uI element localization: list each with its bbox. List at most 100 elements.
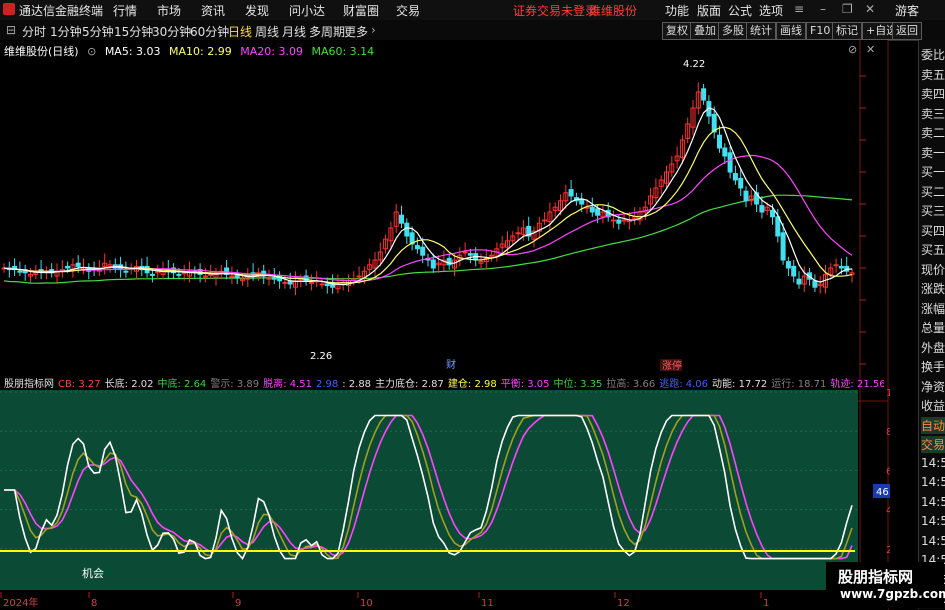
side-panel-item[interactable]: 买三 — [921, 202, 945, 219]
indicator-tick-label: 100.0 — [886, 388, 890, 399]
indicator-legend-item: 轨迹: 21.56 — [830, 379, 884, 390]
event-finance-label[interactable]: 财 — [446, 358, 456, 371]
candle-body — [282, 281, 288, 284]
indicator-legend-item: 2.98 — [315, 379, 339, 390]
minimize-icon[interactable]: – — [820, 2, 826, 16]
indicator-legend-item: 主力底仓: 2.87 — [375, 379, 444, 390]
period-30min[interactable]: 30分钟 — [152, 23, 191, 40]
side-panel-item[interactable]: 交易 — [921, 436, 945, 453]
menu-options[interactable]: 选项 — [759, 2, 783, 19]
btn-f10[interactable]: F10 — [806, 22, 835, 40]
side-panel-item[interactable]: 买二 — [921, 183, 945, 200]
side-panel-item[interactable]: 14:56 — [921, 514, 945, 528]
menu-trade[interactable]: 交易 — [396, 2, 420, 19]
btn-adjust[interactable]: 复权 — [662, 22, 692, 40]
date-tick-label: 8 — [91, 598, 97, 609]
btn-stats[interactable]: 统计 — [746, 22, 776, 40]
candle-body — [208, 273, 214, 276]
side-panel-item[interactable]: 卖二 — [921, 124, 945, 141]
more-chevron-icon[interactable]: › — [371, 23, 376, 37]
event-limitup-label[interactable]: 涨停 — [662, 359, 682, 372]
window-menu-icon[interactable]: ≡ — [794, 2, 804, 16]
candle-body — [732, 173, 738, 181]
btn-back[interactable]: 返回 — [892, 22, 922, 40]
menu-quotes[interactable]: 行情 — [113, 2, 137, 19]
side-panel-item[interactable]: 买五 — [921, 241, 945, 258]
period-monthly[interactable]: 月线 — [282, 23, 306, 40]
candle-body — [271, 277, 277, 280]
side-panel-item[interactable]: 14:56 — [921, 475, 945, 489]
candle-body — [770, 209, 775, 218]
date-tick-label: 11 — [481, 598, 494, 609]
period-15min[interactable]: 15分钟 — [114, 23, 153, 40]
indicator-legend-item[interactable]: 股朋指标网 — [4, 379, 54, 390]
side-panel-item[interactable]: 卖四 — [921, 85, 945, 102]
side-panel-item[interactable]: 收益 — [921, 397, 945, 414]
high-price-label: 4.22 — [683, 59, 705, 70]
period-multi[interactable]: 多周期 — [309, 23, 345, 40]
menu-ask[interactable]: 问小达 — [289, 2, 325, 19]
period-weekly[interactable]: 周线 — [255, 23, 279, 40]
side-panel-item[interactable]: 涨幅 — [921, 300, 945, 317]
btn-mark[interactable]: 标记 — [832, 22, 862, 40]
user-guest[interactable]: 游客 — [895, 2, 919, 19]
indicator-legend-item: 中底: 2.64 — [157, 379, 207, 390]
legend-settings-icon[interactable]: ⊙ — [87, 45, 96, 58]
menu-news[interactable]: 资讯 — [201, 2, 225, 19]
menu-function[interactable]: 功能 — [665, 2, 689, 19]
restore-icon[interactable]: ❐ — [842, 2, 853, 16]
candle-body — [399, 214, 404, 224]
side-panel-item[interactable]: 总量 — [921, 319, 945, 336]
candle-body — [589, 206, 595, 213]
side-panel-item[interactable]: 买四 — [921, 222, 945, 239]
side-panel-item[interactable]: 换手 — [921, 358, 945, 375]
side-panel-item[interactable]: 委比 — [921, 46, 945, 63]
candle-body — [181, 272, 187, 275]
candle-body — [515, 232, 521, 235]
side-panel-item[interactable]: 外盘 — [921, 339, 945, 356]
btn-overlay[interactable]: 叠加 — [690, 22, 720, 40]
side-panel-item[interactable]: 自动 — [921, 416, 945, 434]
side-panel-item[interactable]: 14:56 — [921, 456, 945, 470]
period-daily[interactable]: 日线 — [228, 23, 252, 40]
side-panel-item[interactable]: 卖三 — [921, 105, 945, 122]
period-1min[interactable]: 1分钟 — [50, 23, 82, 40]
btn-multi-stock[interactable]: 多股 — [718, 22, 748, 40]
period-intraday[interactable]: 分时 — [22, 23, 46, 40]
candle-body — [430, 259, 436, 269]
btn-draw[interactable]: 画线 — [776, 22, 806, 40]
indicator-legend: 股朋指标网 CB: 3.27 长底: 2.02 中底: 2.64 警示: 3.89 脱离:… — [4, 375, 884, 390]
side-panel-item[interactable]: 卖五 — [921, 66, 945, 83]
side-panel-item[interactable]: 涨跌 — [921, 280, 945, 297]
date-tick-label: 10 — [360, 598, 373, 609]
period-5min[interactable]: 5分钟 — [82, 23, 114, 40]
app-logo-icon — [3, 3, 15, 15]
menu-market[interactable]: 市场 — [157, 2, 181, 19]
candle-body — [701, 88, 707, 101]
side-panel-item[interactable]: 卖一 — [921, 144, 945, 161]
expand-icon[interactable]: ⊘ — [848, 43, 857, 56]
candle-body — [356, 275, 362, 278]
watermark: 股朋指标网 www.7gpzb.com — [826, 562, 945, 608]
quote-side-panel: 委比卖五卖四卖三卖二卖一买一买二买三买四买五现价涨跌涨幅总量外盘换手净资收益自动… — [918, 40, 945, 609]
collapse-left-icon[interactable]: ⊟ — [6, 23, 16, 37]
side-panel-item[interactable]: 买一 — [921, 163, 945, 180]
side-panel-item[interactable]: 现价 — [921, 261, 945, 278]
side-panel-item[interactable]: 净资 — [921, 378, 945, 395]
candle-body — [780, 232, 786, 261]
side-panel-item[interactable]: 14:56 — [921, 534, 945, 548]
period-more[interactable]: 更多 — [344, 23, 368, 40]
side-panel-item[interactable]: 14:56 — [921, 495, 945, 509]
close-icon[interactable]: ✕ — [865, 2, 875, 16]
period-60min[interactable]: 60分钟 — [190, 23, 229, 40]
menu-discover[interactable]: 发现 — [245, 2, 269, 19]
panel-close-icon[interactable]: ✕ — [866, 43, 875, 56]
menu-formula[interactable]: 公式 — [728, 2, 752, 19]
menu-layout[interactable]: 版面 — [697, 2, 721, 19]
main-legend: 维维股份(日线) ⊙ MA5: 3.03 MA10: 2.99 MA20: 3.… — [4, 43, 379, 59]
menu-wealth-circle[interactable]: 财富圈 — [343, 2, 379, 19]
candle-body — [176, 273, 182, 276]
chart-area[interactable]: 4.204.003.803.603.403.203.002.802.602.40… — [0, 40, 890, 610]
login-warning[interactable]: 证券交易未登录 — [513, 2, 597, 19]
low-price-label: 2.26 — [310, 351, 332, 362]
